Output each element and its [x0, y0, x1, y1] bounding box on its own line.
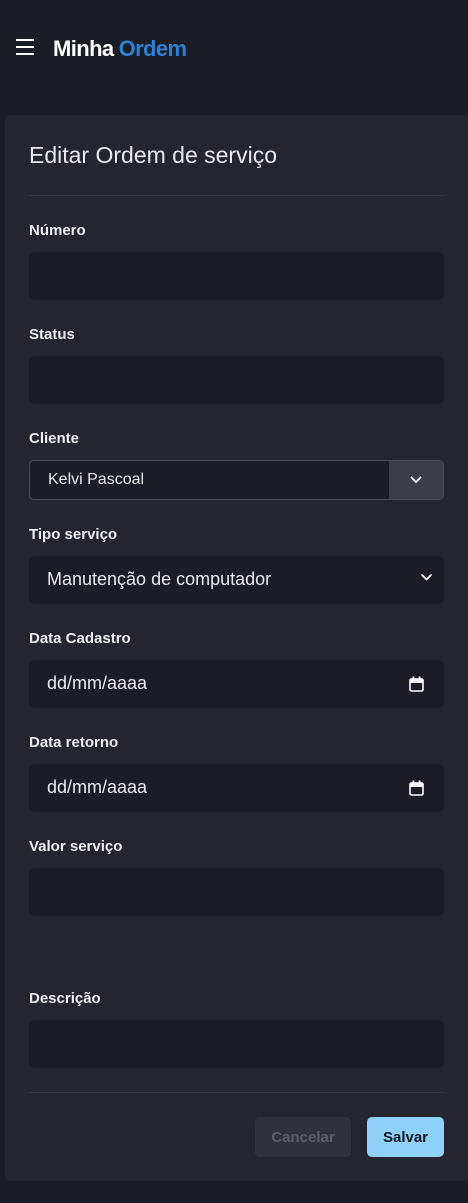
page-title: Editar Ordem de serviço: [29, 142, 277, 168]
status-input[interactable]: [29, 356, 444, 404]
numero-label: Número: [29, 222, 86, 239]
cliente-label: Cliente: [29, 430, 80, 447]
top-navbar: Minha Ordem: [0, 0, 468, 100]
brand-name-part1: Minha: [53, 36, 114, 61]
hamburger-menu-icon[interactable]: [16, 39, 34, 55]
chevron-down-icon: [421, 574, 432, 581]
cliente-selected-value: Kelvi Pascoal: [48, 471, 145, 488]
status-label: Status: [29, 326, 75, 343]
data-cadastro-value: dd/mm/aaaa: [47, 673, 148, 693]
brand-logo[interactable]: Minha Ordem: [53, 36, 188, 62]
cliente-select[interactable]: Kelvi Pascoal: [29, 460, 444, 500]
edit-order-card: Editar Ordem de serviço Número Status Cl…: [5, 115, 468, 1181]
cancel-button[interactable]: Cancelar: [255, 1117, 351, 1157]
cliente-dropdown-button[interactable]: [389, 461, 443, 499]
calendar-icon[interactable]: [409, 780, 424, 796]
valor-servico-input[interactable]: [29, 868, 444, 916]
tipo-servico-label: Tipo serviço: [29, 526, 118, 543]
chevron-down-icon: [410, 476, 422, 483]
title-divider: [29, 195, 444, 196]
footer-divider: [29, 1092, 444, 1093]
numero-input[interactable]: [29, 252, 444, 300]
data-cadastro-label: Data Cadastro: [29, 630, 131, 647]
descricao-label: Descrição: [29, 990, 101, 1007]
brand-name-part2: Ordem: [118, 36, 188, 61]
descricao-input[interactable]: [29, 1020, 444, 1068]
tipo-servico-select[interactable]: Manutenção de computador: [29, 556, 444, 604]
tipo-servico-selected-value: Manutenção de computador: [47, 569, 272, 589]
save-button[interactable]: Salvar: [367, 1117, 444, 1157]
data-retorno-label: Data retorno: [29, 734, 119, 751]
data-retorno-input[interactable]: dd/mm/aaaa: [29, 764, 444, 812]
valor-servico-label: Valor serviço: [29, 838, 123, 855]
data-retorno-value: dd/mm/aaaa: [47, 777, 148, 797]
calendar-icon[interactable]: [409, 676, 424, 692]
data-cadastro-input[interactable]: dd/mm/aaaa: [29, 660, 444, 708]
